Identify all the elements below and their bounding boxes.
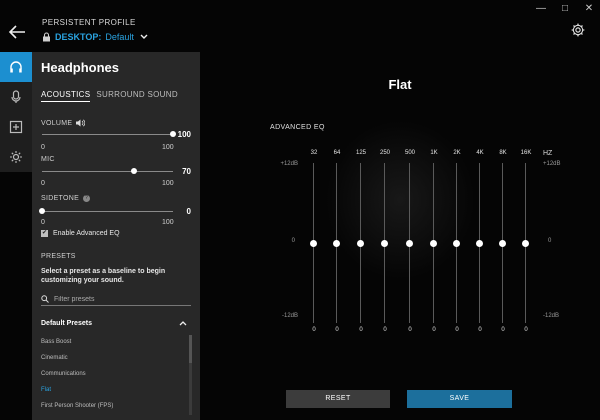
presets-description: Select a preset as a baseline to begin c… [41,268,166,284]
volume-slider[interactable] [42,131,176,137]
preset-list: Bass Boost Cinematic Communications Flat… [41,334,187,414]
preset-item[interactable]: Cinematic [41,350,187,366]
eq-band-knob[interactable] [310,239,317,247]
reset-button[interactable]: RESET [286,390,390,408]
db-top-left: +12dB [280,161,298,167]
window-controls: — □ ✕ [536,4,594,14]
db-top-right: +12dB [543,161,561,167]
eq-band-value: 0 [408,327,412,333]
mic-max: 100 [162,180,174,187]
presets-heading: PRESETS [41,253,76,260]
default-presets-header[interactable]: Default Presets [41,320,187,327]
eq-band-frequency: 64 [333,150,341,156]
eq-band-knob[interactable] [357,239,364,247]
eq-band-knob[interactable] [406,239,413,247]
advanced-eq-checkbox[interactable]: ✔ Enable Advanced EQ [41,230,120,237]
minimize-button[interactable]: — [536,4,546,14]
mic-label: MIC [41,156,55,163]
eq-band-knob[interactable] [476,239,483,247]
tab-surround-sound[interactable]: SURROUND SOUND [96,90,178,102]
eq-band-frequency: 500 [404,150,415,156]
headphones-icon [10,61,22,73]
sidetone-label-row: SIDETONE ? [41,195,91,202]
advanced-eq-label: ADVANCED EQ [270,124,325,131]
sidetone-label: SIDETONE [41,195,80,202]
background-headset-art [325,120,475,280]
volume-min: 0 [41,144,45,151]
db-bottom-left: -12dB [281,313,298,319]
eq-band-value: 0 [335,327,339,333]
advanced-eq-checkbox-label: Enable Advanced EQ [53,230,120,237]
rail-microphone[interactable] [0,82,32,112]
eq-band-value: 0 [383,327,387,333]
chevron-down-icon [140,34,148,39]
profile-selector[interactable]: DESKTOP: Default [42,32,148,42]
filter-presets-field[interactable] [41,293,191,306]
settings-panel: Headphones ACOUSTICS SURROUND SOUND VOLU… [32,52,200,420]
preset-item-selected[interactable]: Flat [41,382,187,398]
mic-value: 70 [182,167,191,176]
db-mid-right: 0 [548,238,552,244]
preset-scrollbar-thumb[interactable] [189,335,192,363]
sidetone-slider[interactable] [39,208,173,214]
eq-band-knob[interactable] [522,239,529,247]
mic-min: 0 [41,180,45,187]
tab-acoustics[interactable]: ACOUSTICS [41,90,91,102]
gear-icon[interactable] [570,22,586,38]
volume-label: VOLUME [41,119,73,127]
eq-band-frequency: 16K [520,150,532,156]
db-bottom-right: -12dB [543,313,560,319]
default-presets-label: Default Presets [41,320,92,327]
search-icon [41,295,49,303]
help-icon[interactable]: ? [83,195,91,202]
microphone-icon [11,90,21,103]
volume-thumb[interactable] [170,131,176,137]
preset-scrollbar[interactable] [189,335,192,415]
eq-band-knob[interactable] [381,239,388,247]
mic-slider[interactable] [42,168,173,174]
sidetone-value: 0 [186,207,191,216]
eq-band-value: 0 [524,327,528,333]
preset-item[interactable]: Communications [41,366,187,382]
eq-band-knob[interactable] [499,239,506,247]
preset-item[interactable]: Bass Boost [41,334,187,350]
hz-unit-label: HZ [543,150,553,157]
eq-band-frequency: 125 [355,150,366,156]
eq-band-frequency: 250 [379,150,390,156]
rail-headphones[interactable] [0,52,32,82]
sidetone-max: 100 [162,219,174,226]
profile-name: Default [105,32,134,42]
eq-preset-title: Flat [388,77,412,92]
eq-band-knob[interactable] [333,239,340,247]
volume-max: 100 [162,144,174,151]
filter-presets-input[interactable] [54,295,184,303]
mic-thumb[interactable] [130,168,137,174]
rail-add[interactable] [0,112,32,142]
panel-title: Headphones [41,60,120,75]
sidetone-thumb[interactable] [39,208,45,214]
close-button[interactable]: ✕ [584,4,594,14]
tab-bar: ACOUSTICS SURROUND SOUND [41,90,178,102]
volume-label-row: VOLUME [41,119,86,127]
device-rail [0,52,32,172]
eq-band-knob[interactable] [430,239,437,247]
lock-icon [43,32,50,42]
lighting-icon [10,151,22,163]
chevron-up-icon[interactable] [179,320,187,326]
eq-band-value: 0 [359,327,363,333]
back-arrow-icon[interactable] [8,24,26,40]
rail-lighting[interactable] [0,142,32,172]
db-mid-left: 0 [291,238,295,244]
device-label: DESKTOP: [55,32,102,42]
speaker-icon [76,119,86,127]
maximize-button[interactable]: □ [560,4,570,14]
checkbox-check-icon[interactable]: ✔ [41,230,48,237]
volume-value: 100 [177,130,191,139]
save-button[interactable]: SAVE [407,390,512,408]
eq-band-knob[interactable] [453,239,460,247]
sidetone-min: 0 [41,219,45,226]
plus-box-icon [9,120,23,134]
profile-caption: PERSISTENT PROFILE [42,18,136,27]
preset-item[interactable]: First Person Shooter (FPS) [41,398,187,414]
